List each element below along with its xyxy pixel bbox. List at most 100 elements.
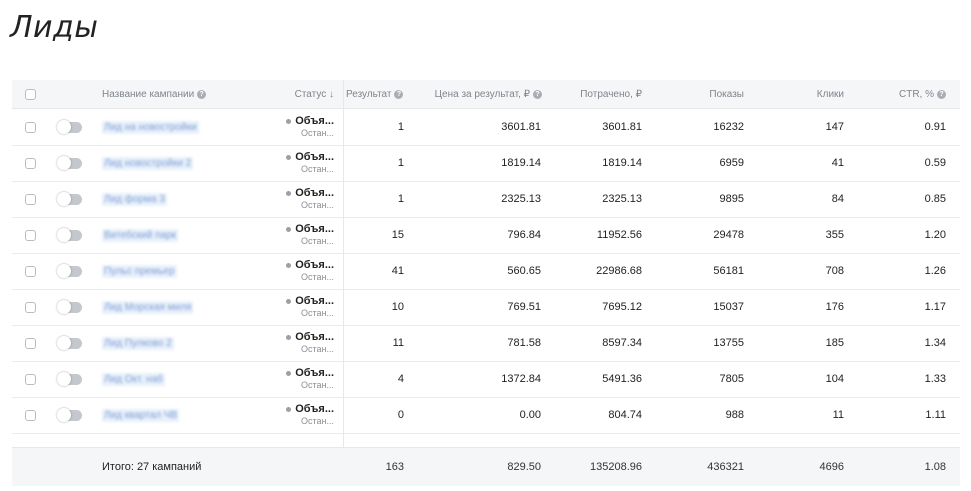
- column-header-clicks-label: Клики: [816, 88, 844, 100]
- campaign-toggle[interactable]: [57, 191, 82, 206]
- help-icon[interactable]: ?: [197, 89, 207, 99]
- table-row[interactable]: Лид Пулково 2 Объя... Остан... 11 781.58 8597…: [12, 325, 960, 362]
- ctr-cell: 1.33: [924, 373, 946, 385]
- column-header-cost[interactable]: Цена за результат, ₽ ?: [412, 80, 542, 108]
- status-cell: Объя... Остан...: [272, 253, 334, 289]
- clicks-cell: 41: [831, 157, 844, 169]
- status-cell: Объя... Остан...: [272, 397, 334, 433]
- select-all-checkbox[interactable]: [25, 88, 36, 100]
- campaign-toggle[interactable]: [57, 407, 82, 422]
- help-icon[interactable]: ?: [937, 89, 946, 99]
- row-checkbox[interactable]: [25, 193, 36, 205]
- campaign-toggle[interactable]: [57, 263, 82, 278]
- row-checkbox[interactable]: [25, 373, 36, 385]
- help-icon[interactable]: ?: [533, 89, 542, 99]
- campaign-name-link[interactable]: Лид Окт. наб: [102, 372, 165, 386]
- cost-per-result-cell: 781.58: [507, 337, 541, 349]
- toggle-knob: [57, 191, 71, 206]
- table-row[interactable]: Витебский парк Объя... Остан... 15 796.84 119…: [12, 217, 960, 254]
- status-main[interactable]: Объя...: [286, 295, 334, 307]
- table-row[interactable]: Объя...: [12, 433, 960, 447]
- status-main[interactable]: Объя...: [286, 151, 334, 163]
- status-main[interactable]: Объя...: [286, 187, 334, 199]
- row-checkbox[interactable]: [25, 229, 36, 241]
- row-checkbox[interactable]: [25, 121, 36, 133]
- row-checkbox-cell: [25, 109, 36, 145]
- table-row[interactable]: Лид Окт. наб Объя... Остан... 4 1372.84 5491.…: [12, 361, 960, 398]
- ctr-cell: 1.34: [924, 337, 946, 349]
- row-toggle-cell: [58, 433, 82, 447]
- row-checkbox[interactable]: [25, 409, 36, 421]
- campaign-toggle[interactable]: [57, 155, 82, 170]
- campaign-name-link[interactable]: Лид форма 3: [102, 192, 167, 206]
- column-header-impressions-label: Показы: [709, 88, 744, 100]
- campaign-name-link[interactable]: Лид новостройки 2: [102, 156, 194, 170]
- toggle-knob: [57, 155, 71, 170]
- footer-cost: 829.50: [507, 461, 541, 473]
- help-icon[interactable]: ?: [394, 89, 404, 99]
- row-checkbox[interactable]: [25, 265, 36, 277]
- status-cell: Объя... Остан...: [272, 217, 334, 253]
- status-main[interactable]: Объя...: [286, 259, 334, 271]
- row-checkbox[interactable]: [25, 301, 36, 313]
- column-header-spent-label: Потрачено, ₽: [580, 88, 642, 100]
- column-header-status-label: Статус ↓: [294, 88, 334, 100]
- campaign-name-link[interactable]: Лид квартал ЧВ: [102, 408, 180, 422]
- row-toggle-cell: [57, 181, 82, 217]
- column-header-ctr[interactable]: CTR, % ?: [862, 80, 946, 108]
- campaign-toggle[interactable]: [57, 119, 82, 134]
- column-header-spent[interactable]: Потрачено, ₽: [552, 80, 642, 108]
- status-main[interactable]: Объя...: [286, 331, 334, 343]
- campaign-name-link[interactable]: Лид Морская миля: [102, 300, 194, 314]
- result-cell: 1: [397, 193, 404, 205]
- impressions-cell: [662, 433, 744, 447]
- column-header-impressions[interactable]: Показы: [662, 80, 744, 108]
- result-cell: 1: [397, 121, 404, 133]
- campaign-name-cell: Лид форма 3: [102, 181, 167, 217]
- campaign-name-link[interactable]: Лид на новостройки: [102, 120, 199, 134]
- column-header-status[interactable]: Статус ↓: [252, 80, 334, 108]
- status-cell: Объя... Остан...: [272, 145, 334, 181]
- campaign-name-link[interactable]: Лид Пулково 2: [102, 336, 174, 350]
- campaign-toggle[interactable]: [57, 299, 82, 314]
- table-row[interactable]: Пульс премьер Объя... Остан... 41 560.65 2298…: [12, 253, 960, 290]
- row-checkbox[interactable]: [25, 337, 36, 349]
- row-toggle-cell: [57, 253, 82, 289]
- campaign-toggle[interactable]: [57, 227, 82, 242]
- campaign-toggle[interactable]: [57, 371, 82, 386]
- column-header-clicks[interactable]: Клики: [762, 80, 844, 108]
- status-main-text: Объя...: [295, 403, 334, 415]
- table-row[interactable]: Лид новостройки 2 Объя... Остан... 1 1819.14…: [12, 145, 960, 182]
- campaign-name-cell: Лид новостройки 2: [102, 145, 194, 181]
- table-row[interactable]: Лид на новостройки Объя... Остан... 1 3601.8…: [12, 109, 960, 146]
- column-header-name[interactable]: Название кампании ?: [102, 80, 207, 108]
- campaign-name-link[interactable]: Витебский парк: [102, 228, 179, 242]
- table-row[interactable]: Лид форма 3 Объя... Остан... 1 2325.13 2325.1…: [12, 181, 960, 218]
- row-toggle-cell: [57, 397, 82, 433]
- campaign-name-link[interactable]: Пульс премьер: [102, 264, 177, 278]
- result-cell: 41: [391, 265, 404, 277]
- row-checkbox[interactable]: [25, 157, 36, 169]
- result-cell: 1: [397, 157, 404, 169]
- row-checkbox-cell: [25, 145, 36, 181]
- status-main[interactable]: Объя...: [286, 367, 334, 379]
- result-cell: 15: [391, 229, 404, 241]
- row-checkbox-cell: [25, 253, 36, 289]
- ctr-cell: [862, 433, 946, 447]
- table-footer: Итого: 27 кампаний 163 829.50 135208.96 …: [12, 447, 960, 486]
- table-row[interactable]: Лид квартал ЧВ Объя... Остан... 0 0.00 804.74…: [12, 397, 960, 434]
- cost-per-result-cell: 769.51: [507, 301, 541, 313]
- toggle-knob: [57, 119, 71, 134]
- column-header-result[interactable]: Результат ?: [346, 80, 404, 108]
- status-main[interactable]: Объя...: [286, 223, 334, 235]
- table-row[interactable]: Лид Морская миля Объя... Остан... 10 769.51 7…: [12, 289, 960, 326]
- ctr-cell: 1.20: [924, 229, 946, 241]
- status-main-text: Объя...: [295, 367, 334, 379]
- status-main-text: Объя...: [295, 151, 334, 163]
- campaign-name-cell: [102, 433, 106, 447]
- status-main[interactable]: Объя...: [286, 403, 334, 415]
- row-checkbox-cell: [25, 433, 36, 447]
- status-main[interactable]: Объя...: [286, 115, 334, 127]
- result-cell: 11: [392, 337, 404, 349]
- campaign-toggle[interactable]: [57, 335, 82, 350]
